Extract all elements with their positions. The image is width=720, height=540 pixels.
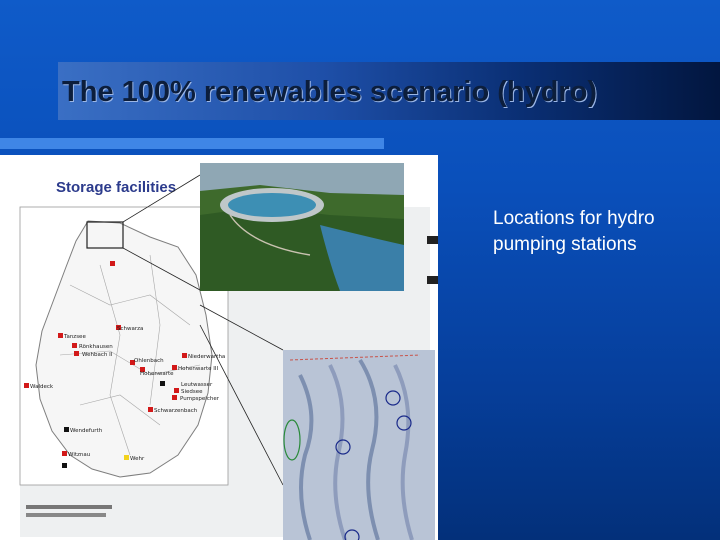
station-label: Hohenwarte III [178,366,219,372]
slide: { "slide": { "title": "The 100% renewabl… [0,0,720,540]
footer-text-line [26,505,112,509]
upper-reservoir-water [228,193,316,217]
slot-mark [427,276,438,284]
station-marker [62,463,67,468]
station-label: Schwarzenbach [154,408,198,414]
station-label: Wendefurth [70,428,103,434]
station-marker [182,353,187,358]
station-label: Wehbach II [82,352,113,358]
station-marker [72,343,77,348]
reservoir-photo [200,163,404,291]
station-label: Waldeck [30,384,54,390]
slot-mark [427,236,438,244]
storage-facilities-figure: Storage facilities Schwarza Tanzsee Rönk… [0,155,438,540]
station-marker [24,383,29,388]
station-marker [124,455,129,460]
station-marker [58,333,63,338]
station-label: Ohlenbach [134,358,164,364]
station-marker [74,351,79,356]
station-label: Tanzsee [63,334,86,340]
station-label: Leutwasser [181,382,213,388]
station-label: Witznau [68,452,90,458]
station-label: Schwarza [117,326,143,332]
station-label: Rönkhausen [79,344,113,350]
map-illustration: Schwarza Tanzsee Rönkhausen Wehbach II O… [19,163,435,540]
title-underline [0,138,384,149]
station-marker [172,365,177,370]
station-marker [64,427,69,432]
slide-title: The 100% renewables scenario (hydro) [62,76,598,108]
station-marker [62,451,67,456]
station-label: Niederwartha [188,354,225,360]
station-marker [160,381,165,386]
topographic-inset [283,350,435,540]
station-label: Pumpspeicher [180,396,220,402]
station-label: Wehr [130,456,145,462]
station-label: Hohenwarte [140,371,174,377]
inset-frame [283,350,435,540]
station-marker [148,407,153,412]
station-marker [110,261,115,266]
footer-text-line [26,513,106,517]
station-label: Siedsee [181,389,203,395]
station-marker [174,388,179,393]
slide-subtitle: Locations for hydro pumping stations [493,208,655,255]
station-marker [172,395,177,400]
